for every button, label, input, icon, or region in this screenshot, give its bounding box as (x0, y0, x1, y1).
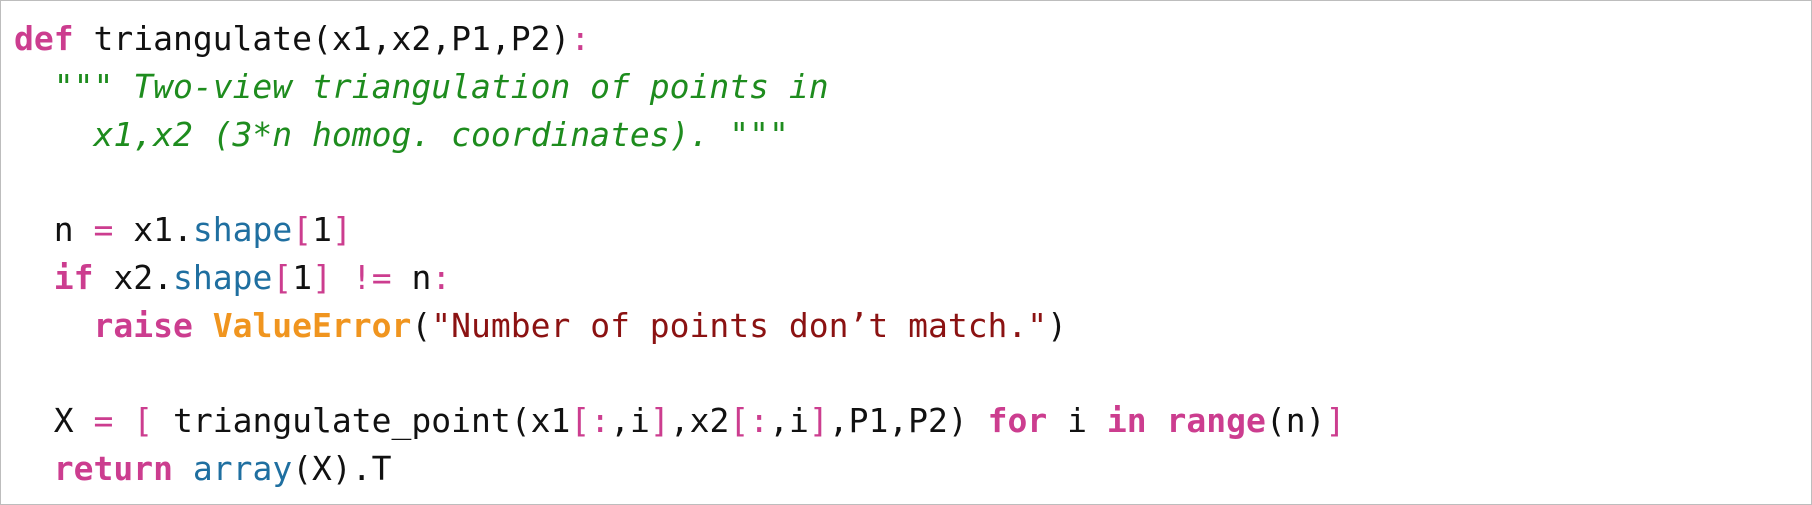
code-token: i (1047, 401, 1107, 441)
code-block: def triangulate(x1,x2,P1,P2): """ Two-vi… (14, 15, 1345, 493)
code-line: X = [ triangulate_point(x1[:,i],x2[:,i],… (14, 397, 1346, 445)
code-token: (n) (1265, 401, 1326, 441)
code-token: = (93, 401, 114, 441)
code-token: """ Two-view triangulation of points in (53, 66, 829, 106)
code-token: x2. (93, 257, 173, 297)
code-line: n = x1.shape[1] (14, 206, 1345, 254)
code-line: def triangulate(x1,x2,P1,P2): (14, 15, 1345, 63)
code-token: ] (312, 257, 332, 297)
code-token: ] (331, 210, 352, 250)
code-token: shape (172, 257, 273, 297)
code-token: raise (93, 305, 193, 345)
code-token: def (14, 19, 74, 58)
code-token: : (431, 257, 452, 297)
code-line: """ Two-view triangulation of points in (14, 63, 1345, 111)
code-token: x1. (113, 210, 193, 250)
code-token: = (93, 210, 114, 250)
code-token: [ (292, 210, 313, 250)
code-token: [: (729, 401, 770, 441)
code-token: ValueError (212, 305, 412, 345)
code-line: return array(X).T (14, 445, 1345, 493)
code-token: x1,x2 (3*n homog. coordinates). """ (93, 114, 789, 154)
code-token: 1 (292, 257, 313, 297)
code-token: for (987, 401, 1048, 441)
code-token: ) (1047, 305, 1068, 345)
code-token: n (391, 257, 432, 297)
code-token: 1 (312, 210, 332, 250)
code-token: array (192, 449, 293, 489)
code-token: != (351, 257, 392, 297)
code-token: ,i (769, 401, 809, 441)
code-token: ,x2 (669, 401, 730, 441)
code-token: ,P1,P2) (828, 401, 988, 441)
code-token: if (53, 257, 94, 297)
code-token: shape (192, 210, 293, 250)
code-token: ] (1325, 401, 1346, 441)
code-token: in (1106, 401, 1147, 441)
code-token: ,i (610, 401, 650, 441)
code-line: if x2.shape[1] != n: (14, 254, 1345, 302)
code-token: [ (272, 257, 293, 297)
code-token: [: (570, 401, 611, 441)
code-token: [ (133, 401, 154, 441)
code-token: "Number of points don’t match." (431, 305, 1048, 345)
code-token: : (570, 19, 591, 58)
code-token: triangulate_point(x1 (153, 401, 571, 441)
code-line: x1,x2 (3*n homog. coordinates). """ (14, 111, 1345, 159)
code-listing-frame: def triangulate(x1,x2,P1,P2): """ Two-vi… (0, 0, 1812, 505)
code-token: X (14, 401, 94, 441)
code-token: return (53, 449, 173, 489)
code-token: ( (411, 305, 432, 345)
code-token: n (14, 210, 94, 250)
code-token: ] (649, 401, 670, 441)
code-line: raise ValueError("Number of points don’t… (14, 302, 1345, 350)
code-token: triangulate(x1,x2,P1,P2) (73, 19, 571, 58)
code-token: ] (808, 401, 829, 441)
code-token: (X).T (292, 449, 392, 489)
code-token: range (1166, 401, 1266, 441)
